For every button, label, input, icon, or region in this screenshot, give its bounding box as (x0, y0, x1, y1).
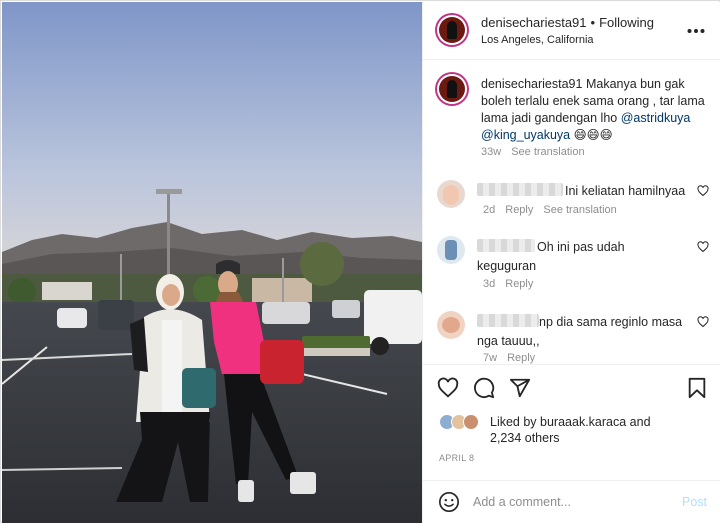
post-details-panel: denisechariesta91 • Following Los Angeles,… (422, 2, 720, 523)
reply-button[interactable]: Reply (505, 204, 533, 216)
caption-username[interactable]: denisechariesta91 (481, 77, 582, 91)
mention-link[interactable]: @king_uyakuya (481, 128, 570, 142)
parking-lot-photo (2, 2, 422, 523)
comment-like-button[interactable] (697, 315, 709, 333)
see-translation-link[interactable]: See translation (543, 204, 616, 216)
author-username[interactable]: denisechariesta91 (481, 15, 587, 30)
post-actions-bar (423, 364, 720, 414)
likes-text: Liked by buraaak.karaca and 2,234 others (490, 414, 651, 446)
liked-by-prefix: Liked by (490, 415, 541, 429)
bookmark-icon (688, 377, 706, 399)
likes-section: Liked by buraaak.karaca and 2,234 others (423, 410, 720, 450)
add-comment-bar: Post (423, 480, 720, 523)
location-link[interactable]: Los Angeles, California (481, 34, 594, 46)
comment-text-line: Oh ini pas udah (537, 240, 625, 254)
heart-icon (437, 377, 459, 398)
comment-meta: 7w Reply (483, 352, 545, 364)
separator-dot: • (590, 15, 596, 30)
more-options-button[interactable] (687, 18, 705, 38)
comment-input[interactable] (473, 495, 663, 509)
comment-text-line: keguguran (477, 259, 537, 273)
reply-button[interactable]: Reply (507, 352, 535, 364)
author-header-line: denisechariesta91 • Following (481, 15, 654, 30)
heart-icon (697, 316, 709, 328)
liker-avatar[interactable] (463, 414, 479, 430)
comment-text: Oh ini pas udah keguguran (477, 238, 687, 276)
comment-item: Oh ini pas udah keguguran 3d Reply (423, 236, 720, 296)
see-translation-link[interactable]: See translation (511, 146, 584, 158)
liker-username[interactable]: buraaak.karaca (540, 415, 626, 429)
comment-meta: 2d Reply See translation (483, 204, 627, 216)
caption-avatar[interactable] (435, 72, 469, 106)
caption-time[interactable]: 33w (481, 146, 501, 158)
liked-by-and: and (626, 415, 651, 429)
post-date[interactable]: APRIL 8 (439, 453, 474, 463)
share-icon (509, 378, 531, 398)
save-button[interactable] (687, 377, 707, 404)
comment-button[interactable] (473, 377, 495, 404)
reply-button[interactable]: Reply (505, 278, 533, 290)
caption-text: denisechariesta91 Makanya bun gak boleh … (481, 76, 711, 144)
comment-like-button[interactable] (697, 240, 709, 258)
emoji-icon (439, 492, 459, 512)
post-photo[interactable] (2, 2, 422, 523)
author-avatar[interactable] (435, 13, 469, 47)
commenter-avatar[interactable] (437, 236, 465, 264)
following-button[interactable]: Following (599, 15, 654, 30)
share-button[interactable] (509, 377, 531, 404)
comment-time[interactable]: 2d (483, 204, 495, 216)
comment-text-line: nga tauuu,, (477, 334, 540, 348)
heart-icon (697, 241, 709, 253)
comment-item: Ini keliatan hamilnyaa 2d Reply See transl… (423, 180, 720, 240)
post-header: denisechariesta91 • Following Los Angeles,… (423, 2, 720, 60)
comment-text: np dia sama reginlo masa nga tauuu,, (477, 313, 687, 351)
caption-meta: 33w See translation (481, 146, 595, 158)
commenter-avatar[interactable] (437, 180, 465, 208)
comment-like-button[interactable] (697, 184, 709, 202)
redacted-username (477, 183, 563, 196)
comment-text-line: np dia sama reginlo masa (539, 315, 683, 329)
ellipsis-icon (687, 29, 705, 33)
post-comment-button[interactable]: Post (682, 495, 707, 509)
comment-meta: 3d Reply (483, 278, 543, 290)
post-modal: denisechariesta91 • Following Los Angeles,… (0, 0, 720, 523)
likes-count[interactable]: 2,234 others (490, 431, 560, 445)
comment-time[interactable]: 7w (483, 352, 497, 364)
comment-item: np dia sama reginlo masa nga tauuu,, 7w R… (423, 311, 720, 371)
commenter-avatar[interactable] (437, 311, 465, 339)
heart-icon (697, 185, 709, 197)
comment-time[interactable]: 3d (483, 278, 495, 290)
like-button[interactable] (437, 377, 459, 404)
mention-link[interactable]: @astridkuya (621, 111, 691, 125)
comment-icon (474, 377, 495, 399)
emoji-button[interactable] (438, 491, 460, 518)
caption-emoji: 😄😄😄 (573, 128, 613, 142)
